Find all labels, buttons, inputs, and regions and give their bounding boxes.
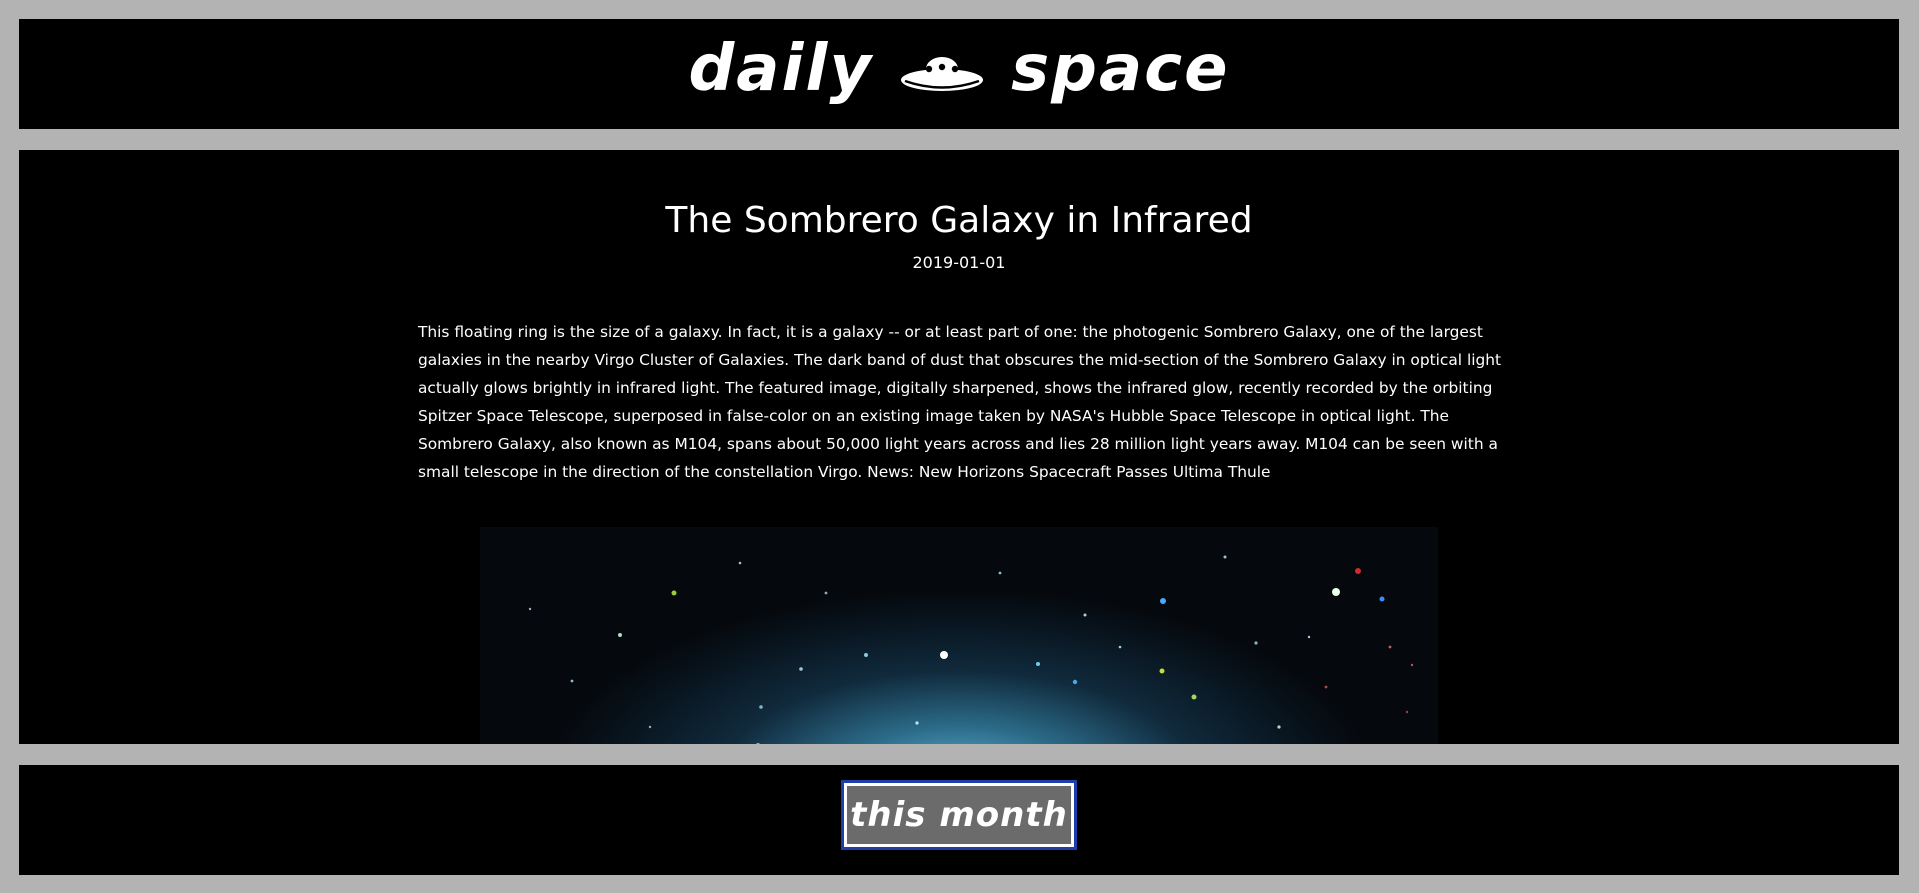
this-month-button[interactable]: this month <box>841 780 1077 850</box>
article-explanation: This floating ring is the size of a gala… <box>418 323 1502 481</box>
site-logo: daily space <box>19 37 1899 101</box>
ufo-icon <box>899 45 985 93</box>
apod-image <box>480 527 1438 744</box>
button-container: this month <box>19 780 1899 850</box>
site-footer: this month <box>19 765 1899 875</box>
logo-text-daily: daily <box>688 32 874 106</box>
star-field <box>528 555 1414 744</box>
article-panel: The Sombrero Galaxy in Infrared 2019-01-… <box>19 150 1899 744</box>
page: daily space The Sombrero Galaxy in Infra… <box>0 0 1919 893</box>
article-title: The Sombrero Galaxy in Infrared <box>665 200 1253 242</box>
logo-text-space: space <box>1011 32 1230 106</box>
site-header: daily space <box>19 19 1899 129</box>
article-date: 2019-01-01 <box>912 253 1006 272</box>
